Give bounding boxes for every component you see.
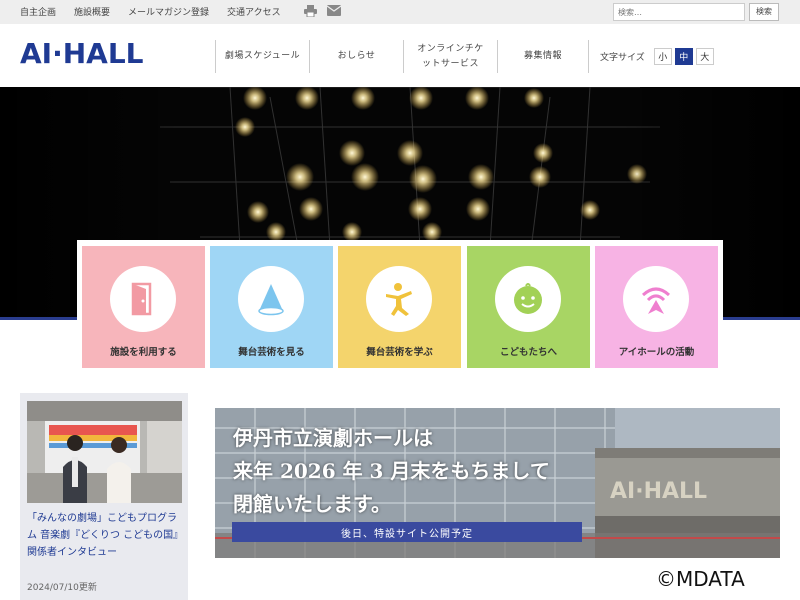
site-logo[interactable]: AI·HALL xyxy=(20,38,150,66)
nav-label: オンラインチケットサービス xyxy=(417,43,484,69)
dancer-icon xyxy=(366,266,432,332)
baby-face-icon xyxy=(495,266,561,332)
banner-headline-line2: 来年 2026 年 3 月末をもちまして xyxy=(233,459,550,483)
utility-links: 自主企画 施設概要 メールマガジン登録 交通アクセス xyxy=(20,5,281,18)
news-card[interactable]: 「みんなの劇場」こどもプログラム 音楽劇『どくりつ こどもの国』関係者インタビュ… xyxy=(20,393,188,600)
news-title-link[interactable]: 「みんなの劇場」こどもプログラム 音楽劇『どくりつ こどもの国』関係者インタビュ… xyxy=(27,510,185,561)
aihall-logo-mark: AI·HALL xyxy=(20,38,144,66)
font-size-label: 文字サイズ xyxy=(600,53,645,63)
copyright-watermark: ©MDATA xyxy=(656,567,745,591)
tile-label: こどもたちへ xyxy=(499,347,557,358)
news-date: 2024/07/10更新 xyxy=(27,583,97,593)
font-size-large-button[interactable]: 大 xyxy=(695,48,714,65)
news-photo xyxy=(27,401,182,503)
tile-aihall-activities[interactable]: アイホールの活動 xyxy=(595,246,718,368)
nav-label: おしらせ xyxy=(337,51,376,61)
printer-icon[interactable] xyxy=(304,5,317,17)
utility-link-facility[interactable]: 施設概要 xyxy=(74,5,110,18)
search-button[interactable]: 検索 xyxy=(749,3,779,21)
closure-notice-banner[interactable]: AI·HALL 伊丹市立演劇ホールは 来年 2026 年 3 月末をもちまして … xyxy=(215,408,780,558)
banner-headline-line1: 伊丹市立演劇ホールは xyxy=(233,426,433,450)
svg-text:AI·HALL: AI·HALL xyxy=(20,38,144,66)
nav-theater-schedule[interactable]: 劇場スケジュール xyxy=(215,40,309,73)
utility-link-newsletter[interactable]: メールマガジン登録 xyxy=(128,5,209,18)
tile-for-children[interactable]: こどもたちへ xyxy=(467,246,590,368)
main-nav: 劇場スケジュール おしらせ オンラインチケットサービス 募集情報 xyxy=(215,40,589,73)
nav-label: 募集情報 xyxy=(523,51,562,61)
tile-label: 舞台芸術を見る xyxy=(238,347,305,358)
mail-icon[interactable] xyxy=(327,5,341,17)
svg-text:AI·HALL: AI·HALL xyxy=(610,479,707,504)
tile-label: アイホールの活動 xyxy=(618,347,695,358)
nav-online-ticket[interactable]: オンラインチケットサービス xyxy=(403,40,497,73)
tile-label: 舞台芸術を学ぶ xyxy=(366,347,433,358)
broadcast-icon xyxy=(623,266,689,332)
banner-headline-line3: 閉館いたします。 xyxy=(233,492,391,516)
nav-notices[interactable]: おしらせ xyxy=(309,40,403,73)
font-size-medium-button[interactable]: 中 xyxy=(674,48,693,65)
utility-link-own-programs[interactable]: 自主企画 xyxy=(20,5,56,18)
font-size-small-button[interactable]: 小 xyxy=(653,48,672,65)
nav-label: 劇場スケジュール xyxy=(224,51,301,61)
font-size-switcher: 文字サイズ 小 中 大 xyxy=(600,48,714,65)
tile-use-facility[interactable]: 施設を利用する xyxy=(82,246,205,368)
top-utility-bar: 自主企画 施設概要 メールマガジン登録 交通アクセス 検索 xyxy=(0,0,800,24)
tile-label: 施設を利用する xyxy=(110,347,177,358)
search-input[interactable] xyxy=(613,3,745,21)
banner-subnote: 後日、特設サイト公開予定 xyxy=(232,522,582,542)
spotlight-icon xyxy=(238,266,304,332)
door-icon xyxy=(110,266,176,332)
tile-learn-performing-arts[interactable]: 舞台芸術を学ぶ xyxy=(338,246,461,368)
utility-link-access[interactable]: 交通アクセス xyxy=(227,5,281,18)
nav-recruitment[interactable]: 募集情報 xyxy=(497,40,589,73)
tile-watch-performing-arts[interactable]: 舞台芸術を見る xyxy=(210,246,333,368)
site-header: AI·HALL 劇場スケジュール おしらせ オンラインチケットサービス 募集情報… xyxy=(0,24,800,87)
utility-icons xyxy=(304,5,341,17)
